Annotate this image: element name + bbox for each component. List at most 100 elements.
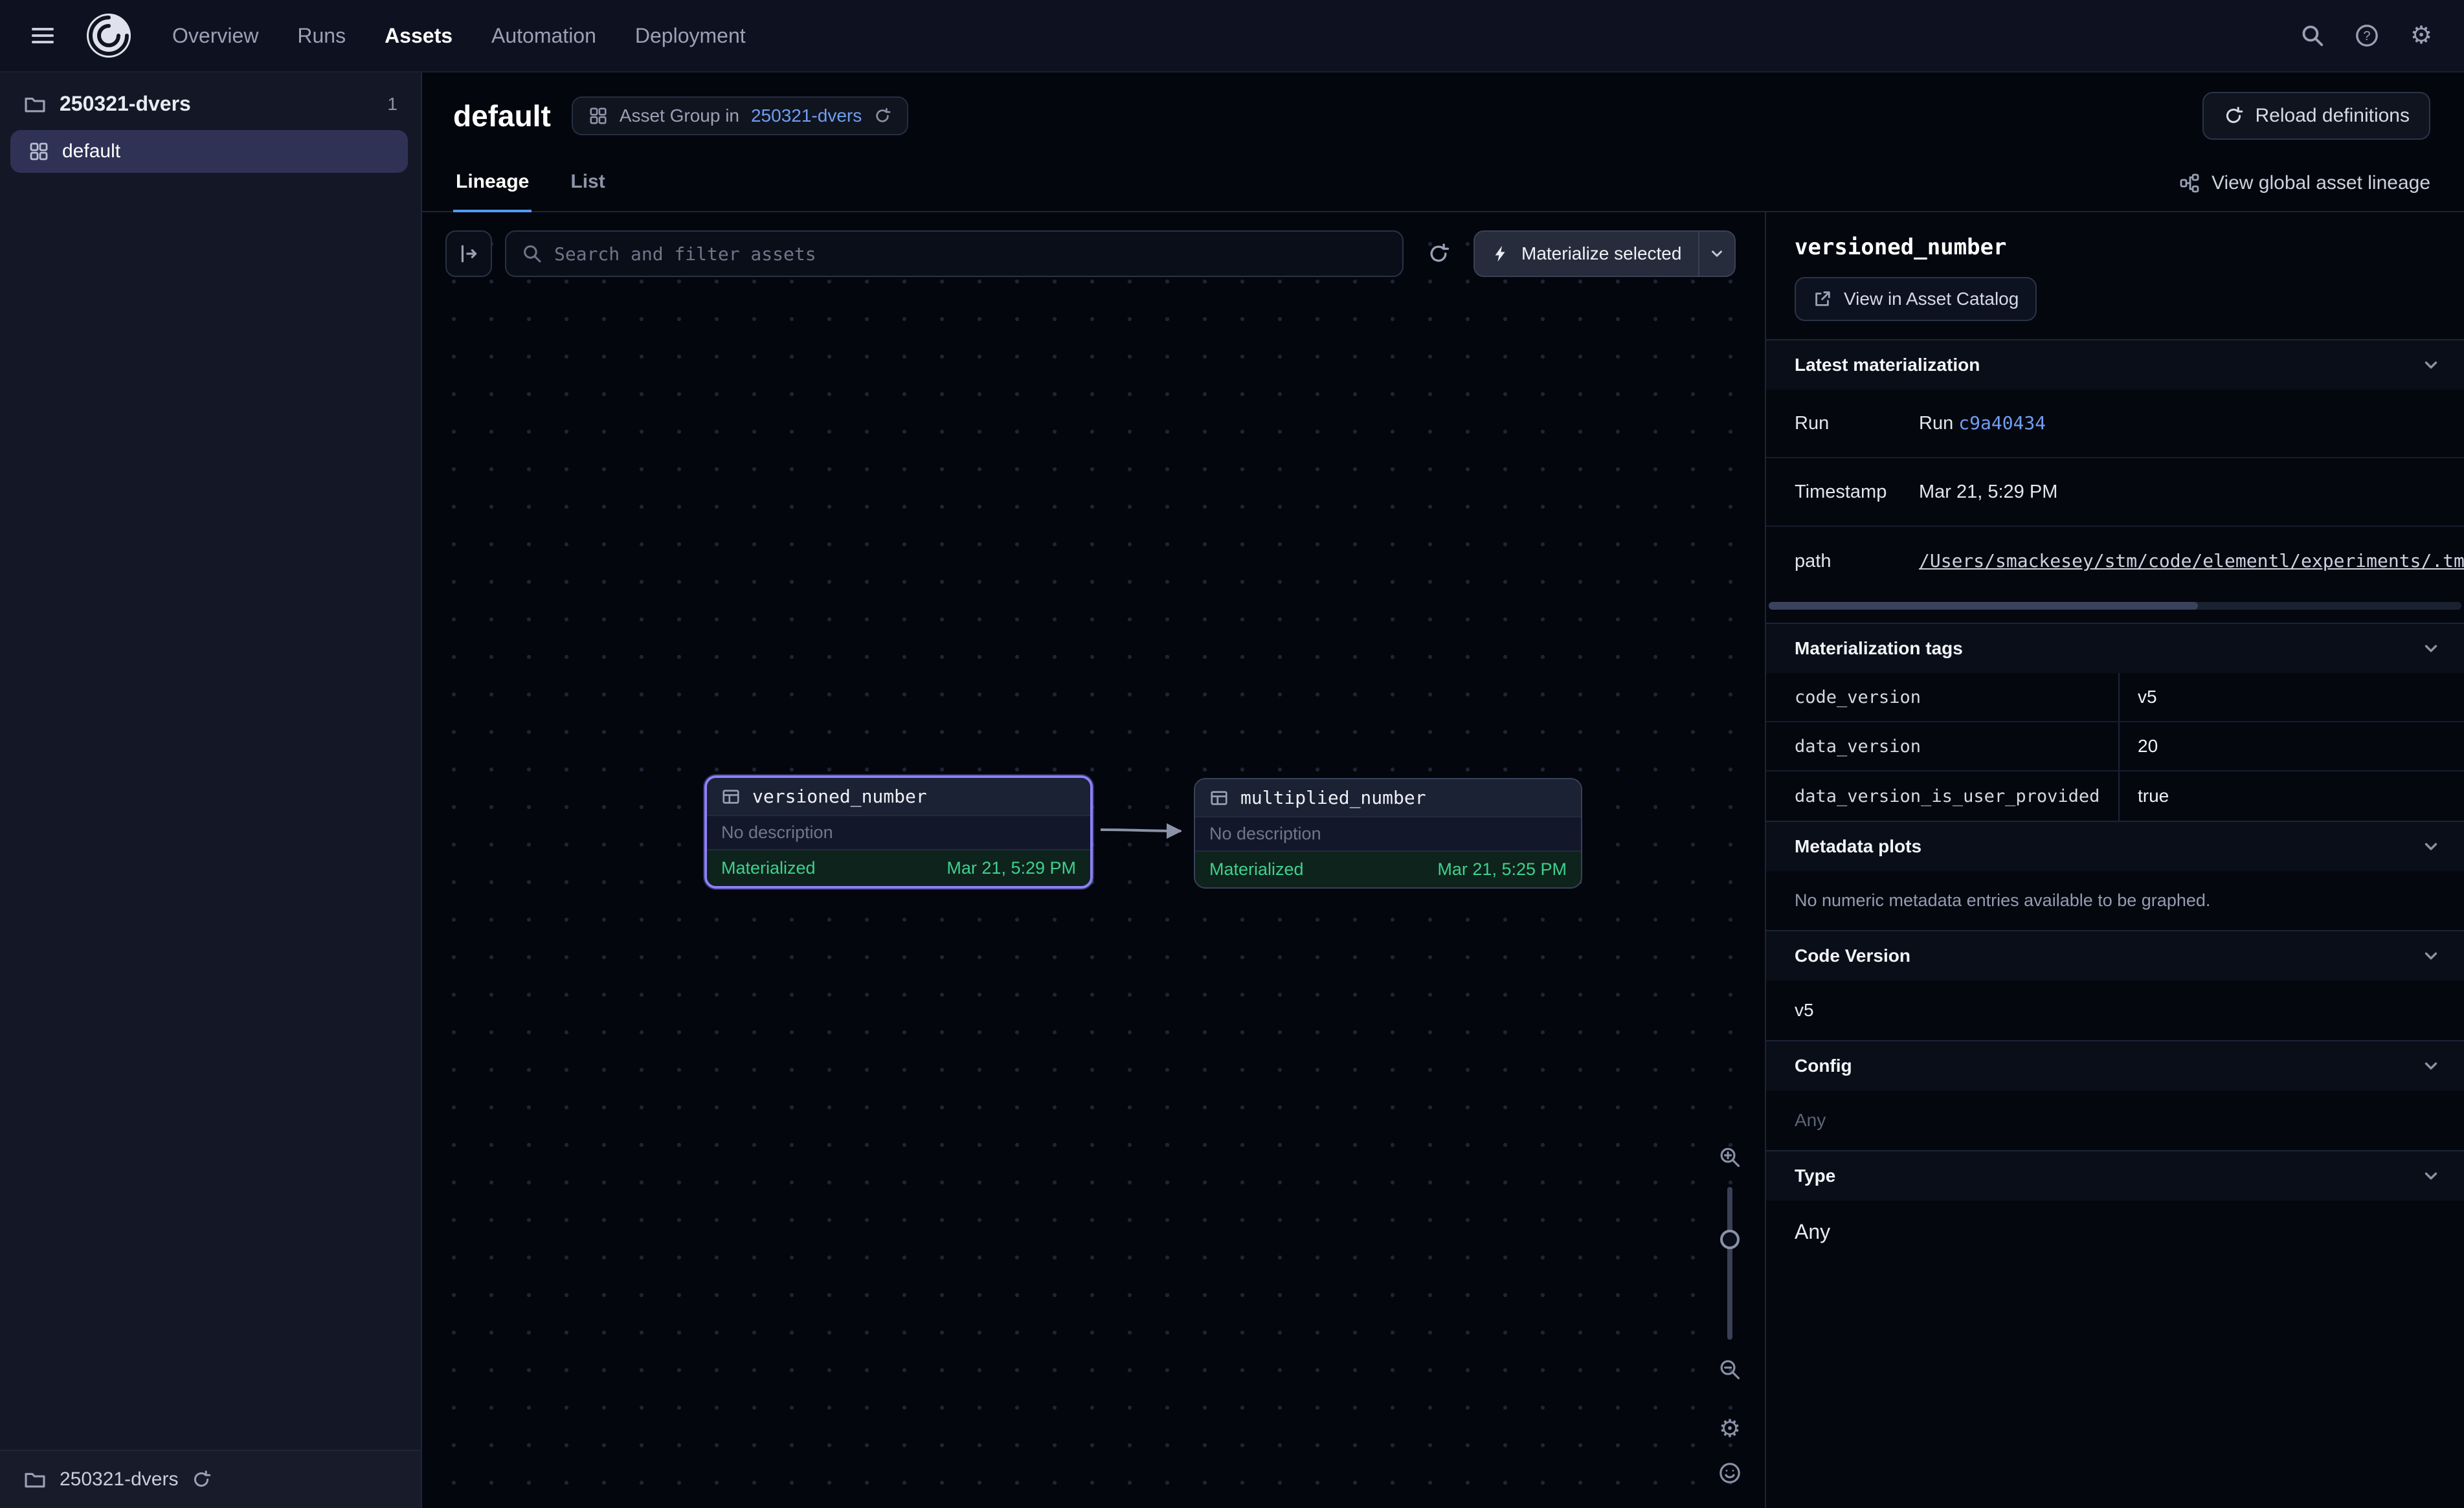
refresh-graph-button[interactable] [1417, 232, 1461, 276]
tag-value: true [2118, 771, 2464, 821]
row-key: Timestamp [1795, 482, 1919, 503]
feedback-button[interactable] [1708, 1454, 1752, 1492]
reload-definitions-button[interactable]: Reload definitions [2202, 92, 2431, 140]
badge-reload-icon[interactable] [873, 107, 891, 125]
hamburger-menu-button[interactable] [18, 11, 67, 60]
table-row: data_version 20 [1766, 722, 2464, 771]
view-global-lineage-label: View global asset lineage [2212, 172, 2430, 194]
code-location-footer[interactable]: 250321-dvers [0, 1450, 421, 1508]
reload-definitions-label: Reload definitions [2256, 105, 2410, 127]
section-title: Code Version [1795, 946, 1910, 966]
smiley-face-icon [1718, 1461, 1742, 1485]
search-button[interactable] [2288, 11, 2337, 60]
horizontal-scrollbar[interactable] [1769, 602, 2461, 610]
asset-group-icon [28, 141, 49, 162]
view-in-asset-catalog-button[interactable]: View in Asset Catalog [1795, 277, 2037, 321]
status-badge: Materialized [721, 858, 816, 878]
materialization-tags-table: code_version v5 data_version 20 data_ver… [1766, 673, 2464, 821]
zoom-out-button[interactable] [1708, 1350, 1752, 1389]
tab-lineage[interactable]: Lineage [453, 171, 532, 212]
row-value: /Users/smackesey/stm/code/elementl/exper… [1919, 550, 2464, 572]
section-title: Materialization tags [1795, 638, 1963, 659]
sidebar-group-250321-dvers[interactable]: 250321-dvers 1 [0, 72, 421, 130]
nav-item-runs[interactable]: Runs [280, 14, 363, 58]
panel-asset-title: versioned_number [1795, 234, 2438, 260]
tag-key: code_version [1766, 673, 2118, 721]
type-value: Any [1766, 1201, 2464, 1272]
help-button[interactable]: ? [2342, 11, 2391, 60]
folder-icon [23, 93, 47, 116]
chevron-down-icon [2421, 355, 2441, 375]
materialize-selected-button[interactable]: Materialize selected [1475, 232, 1698, 276]
asset-node-multiplied-number[interactable]: multiplied_number No description Materia… [1194, 778, 1582, 889]
badge-location-link[interactable]: 250321-dvers [751, 105, 862, 126]
section-latest-materialization[interactable]: Latest materialization [1766, 339, 2464, 390]
section-code-version[interactable]: Code Version [1766, 930, 2464, 981]
section-config[interactable]: Config [1766, 1040, 2464, 1091]
zoom-slider-handle[interactable] [1720, 1230, 1740, 1249]
section-metadata-plots[interactable]: Metadata plots [1766, 821, 2464, 871]
nav-item-assets[interactable]: Assets [368, 14, 469, 58]
collapse-sidebar-button[interactable] [445, 230, 492, 277]
lineage-canvas[interactable]: Materialize selected [422, 212, 1765, 1508]
asset-node-name: versioned_number [752, 786, 927, 807]
zoom-out-icon [1718, 1358, 1742, 1381]
code-location-name: 250321-dvers [60, 1469, 178, 1491]
view-global-lineage-link[interactable]: View global asset lineage [2179, 172, 2430, 211]
sidebar-spacer [0, 173, 421, 1450]
chevron-down-icon [2421, 1166, 2441, 1186]
materialize-dropdown-button[interactable] [1698, 232, 1734, 276]
zoom-slider[interactable] [1727, 1187, 1732, 1340]
view-in-asset-catalog-label: View in Asset Catalog [1844, 289, 2019, 309]
run-link[interactable]: c9a40434 [1958, 412, 2046, 434]
materialize-selected-label: Materialize selected [1521, 243, 1681, 264]
section-materialization-tags[interactable]: Materialization tags [1766, 623, 2464, 673]
chevron-down-icon [2421, 946, 2441, 966]
graph-settings-button[interactable]: ⚙ [1708, 1410, 1752, 1448]
section-title: Type [1795, 1166, 1835, 1186]
latest-materialization-table: Run Run c9a40434 Timestamp Mar 21, 5:29 … [1766, 390, 2464, 623]
section-title: Config [1795, 1056, 1852, 1076]
zoom-controls: ⚙ [1708, 1138, 1752, 1492]
tab-list[interactable]: List [568, 171, 607, 212]
table-row: path /Users/smackesey/stm/code/elementl/… [1766, 527, 2464, 595]
table-icon [721, 787, 741, 806]
search-icon [2300, 23, 2325, 48]
badge-prefix: Asset Group in [620, 105, 739, 126]
hamburger-icon [30, 23, 56, 49]
settings-button[interactable]: ⚙ [2397, 11, 2446, 60]
asset-node-name: multiplied_number [1240, 787, 1426, 808]
sidebar-item-default[interactable]: default [10, 130, 408, 173]
zoom-in-icon [1718, 1146, 1742, 1169]
tag-value: v5 [2118, 673, 2464, 721]
body-row: 250321-dvers 1 default 250321-dvers [0, 72, 2464, 1508]
help-icon: ? [2355, 23, 2379, 48]
asset-node-description: No description [1195, 816, 1581, 852]
nav-item-deployment[interactable]: Deployment [618, 14, 763, 58]
tag-value: 20 [2118, 722, 2464, 770]
table-row: data_version_is_user_provided true [1766, 771, 2464, 821]
tag-key: data_version_is_user_provided [1766, 771, 2118, 821]
dagster-logo[interactable] [83, 10, 135, 61]
code-version-value: v5 [1766, 981, 2464, 1040]
page-header: default Asset Group in 250321-dvers Re [422, 72, 2464, 153]
row-value: Run c9a40434 [1919, 412, 2464, 434]
horizontal-scrollbar-thumb[interactable] [1769, 602, 2198, 610]
search-icon [522, 243, 543, 264]
sidebar-item-label: default [62, 140, 120, 162]
nav-item-automation[interactable]: Automation [475, 14, 613, 58]
asset-search-input[interactable] [554, 243, 1387, 265]
panel-header: versioned_number View in Asset Catalog [1766, 212, 2464, 339]
asset-node-versioned-number[interactable]: versioned_number No description Material… [704, 775, 1093, 889]
tabs-row: Lineage List View global asset lineage [422, 153, 2464, 212]
sidebar: 250321-dvers 1 default 250321-dvers [0, 72, 422, 1508]
asset-node-description: No description [707, 815, 1090, 850]
section-title: Latest materialization [1795, 355, 1980, 375]
row-key: Run [1795, 413, 1919, 434]
path-link[interactable]: /Users/smackesey/stm/code/elementl/exper… [1919, 550, 2464, 571]
nav-item-overview[interactable]: Overview [155, 14, 275, 58]
reload-location-icon[interactable] [191, 1469, 212, 1490]
zoom-in-button[interactable] [1708, 1138, 1752, 1177]
asset-node-status-row: Materialized Mar 21, 5:25 PM [1195, 852, 1581, 887]
section-type[interactable]: Type [1766, 1150, 2464, 1201]
